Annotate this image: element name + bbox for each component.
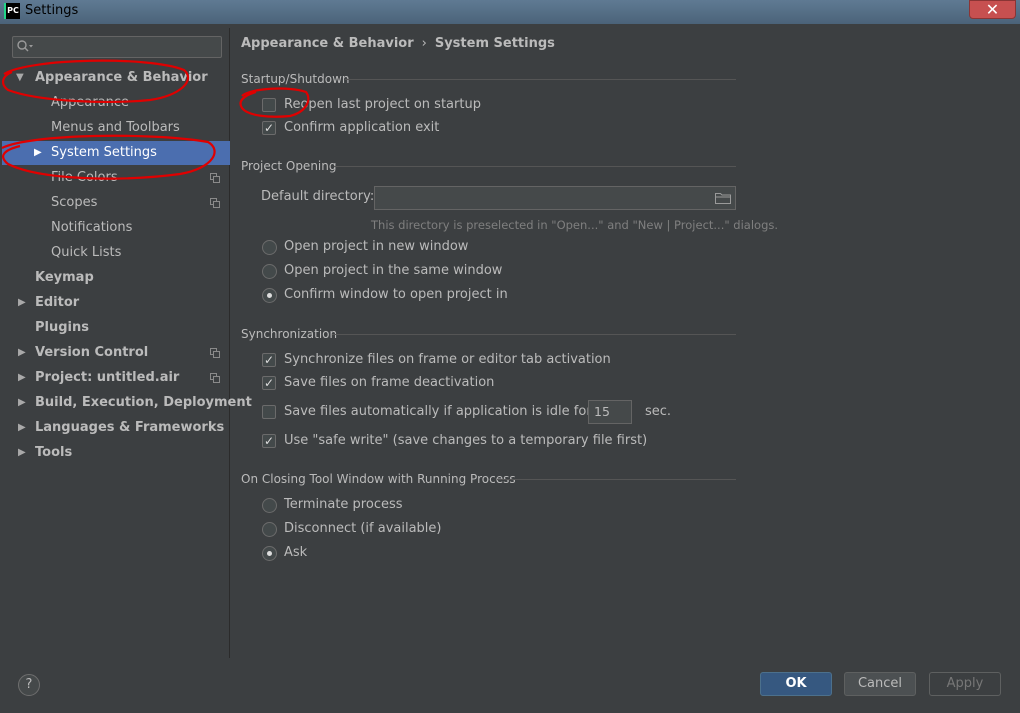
- sidebar-item-version-control[interactable]: ▶ Version Control: [2, 341, 230, 365]
- sidebar-item-label: Notifications: [51, 220, 133, 235]
- sidebar-item-keymap[interactable]: Keymap: [2, 266, 230, 290]
- disconnect-radio[interactable]: [262, 522, 277, 537]
- confirm-exit-checkbox[interactable]: ✓: [262, 121, 276, 135]
- expanded-arrow-icon[interactable]: ▼: [16, 66, 28, 90]
- default-directory-label: Default directory:: [261, 189, 375, 204]
- disconnect-label: Disconnect (if available): [284, 521, 442, 536]
- collapsed-arrow-icon[interactable]: ▶: [18, 391, 30, 415]
- idle-seconds-input[interactable]: 15: [588, 400, 632, 424]
- section-divider: [345, 79, 736, 80]
- project-copy-icon: [210, 198, 220, 208]
- cancel-button[interactable]: Cancel: [844, 672, 916, 696]
- project-copy-icon: [210, 348, 220, 358]
- ask-radio[interactable]: [262, 546, 277, 561]
- sidebar-item-build-execution-deployment[interactable]: ▶ Build, Execution, Deployment: [2, 391, 252, 415]
- settings-search-input[interactable]: [12, 36, 222, 58]
- sidebar-item-label: Editor: [35, 295, 80, 310]
- help-button[interactable]: ?: [18, 674, 40, 696]
- save-when-idle-checkbox[interactable]: [262, 405, 276, 419]
- sidebar-item-label: Keymap: [35, 270, 94, 285]
- sidebar-item-editor[interactable]: ▶ Editor: [2, 291, 230, 315]
- open-new-window-radio[interactable]: [262, 240, 277, 255]
- ok-button[interactable]: OK: [760, 672, 832, 696]
- open-new-window-label: Open project in new window: [284, 239, 469, 254]
- sidebar-item-label: Plugins: [35, 320, 89, 335]
- open-same-window-radio[interactable]: [262, 264, 277, 279]
- save-when-idle-label: Save files automatically if application …: [284, 404, 592, 419]
- breadcrumb-separator: ›: [421, 36, 427, 51]
- settings-content-panel: Appearance & Behavior › System Settings St…: [231, 28, 1020, 658]
- sidebar-item-scopes[interactable]: Scopes: [2, 191, 230, 215]
- folder-icon[interactable]: [715, 192, 731, 204]
- sidebar-item-quick-lists[interactable]: Quick Lists: [2, 241, 230, 265]
- idle-seconds-unit: sec.: [645, 404, 672, 419]
- sidebar-item-label: Version Control: [35, 345, 149, 360]
- sync-files-checkbox[interactable]: ✓: [262, 353, 276, 367]
- window-title: Settings: [25, 3, 79, 18]
- sidebar-item-file-colors[interactable]: File Colors: [2, 166, 230, 190]
- sidebar-item-languages-frameworks[interactable]: ▶ Languages & Frameworks: [2, 416, 230, 440]
- section-divider: [332, 334, 736, 335]
- project-copy-icon: [210, 373, 220, 383]
- safe-write-checkbox[interactable]: ✓: [262, 434, 276, 448]
- dialog-button-bar: ? OK Cancel Apply: [0, 658, 1020, 713]
- breadcrumb: Appearance & Behavior › System Settings: [241, 36, 555, 51]
- sidebar-item-label: Build, Execution, Deployment: [35, 395, 252, 410]
- sidebar-item-label: Project: untitled.air: [35, 370, 180, 385]
- apply-button[interactable]: Apply: [929, 672, 1001, 696]
- section-divider: [497, 479, 736, 480]
- project-copy-icon: [210, 173, 220, 183]
- startup-shutdown-heading: Startup/Shutdown: [241, 72, 350, 86]
- sidebar-item-menus-toolbars[interactable]: Menus and Toolbars: [2, 116, 230, 140]
- project-opening-heading: Project Opening: [241, 159, 337, 173]
- sidebar-item-label: Scopes: [51, 195, 98, 210]
- sidebar-item-notifications[interactable]: Notifications: [2, 216, 230, 240]
- title-bar: PC Settings ✕: [0, 0, 1020, 24]
- sidebar-item-tools[interactable]: ▶ Tools: [2, 441, 230, 465]
- ask-label: Ask: [284, 545, 308, 560]
- default-directory-hint: This directory is preselected in "Open..…: [371, 218, 779, 232]
- sidebar-item-label: File Colors: [51, 170, 118, 185]
- sidebar-item-label: Menus and Toolbars: [51, 120, 180, 135]
- breadcrumb-current: System Settings: [434, 36, 555, 51]
- close-window-button[interactable]: ✕: [969, 0, 1016, 19]
- on-closing-heading: On Closing Tool Window with Running Proc…: [241, 472, 516, 486]
- sidebar-item-label: Appearance: [51, 95, 130, 110]
- section-divider: [334, 166, 736, 167]
- collapsed-arrow-icon[interactable]: ▶: [18, 341, 30, 365]
- save-on-deactivation-checkbox[interactable]: ✓: [262, 376, 276, 390]
- collapsed-arrow-icon[interactable]: ▶: [18, 441, 30, 465]
- breadcrumb-parent[interactable]: Appearance & Behavior: [241, 36, 414, 51]
- sidebar-item-plugins[interactable]: Plugins: [2, 316, 230, 340]
- sidebar-item-label: Tools: [35, 445, 73, 460]
- terminate-process-label: Terminate process: [284, 497, 403, 512]
- reopen-last-project-label: Reopen last project on startup: [284, 97, 481, 112]
- save-on-deactivation-label: Save files on frame deactivation: [284, 375, 495, 390]
- sidebar-item-appearance-behavior[interactable]: ▼ Appearance & Behavior: [2, 66, 230, 90]
- synchronization-heading: Synchronization: [241, 327, 338, 341]
- open-same-window-label: Open project in the same window: [284, 263, 503, 278]
- sidebar-item-project[interactable]: ▶ Project: untitled.air: [2, 366, 230, 390]
- confirm-window-radio[interactable]: [262, 288, 277, 303]
- sidebar-item-label: Languages & Frameworks: [35, 420, 225, 435]
- default-directory-field[interactable]: [374, 186, 736, 210]
- sidebar-item-label: Appearance & Behavior: [35, 70, 208, 85]
- safe-write-label: Use "safe write" (save changes to a temp…: [284, 433, 648, 448]
- sidebar-item-label: Quick Lists: [51, 245, 122, 260]
- pycharm-app-icon: PC: [4, 3, 20, 19]
- search-icon[interactable]: [16, 39, 36, 55]
- terminate-process-radio[interactable]: [262, 498, 277, 513]
- sidebar-item-system-settings[interactable]: ▶ System Settings: [2, 141, 230, 165]
- reopen-last-project-checkbox[interactable]: [262, 98, 276, 112]
- collapsed-arrow-icon[interactable]: ▶: [18, 416, 30, 440]
- collapsed-arrow-icon[interactable]: ▶: [34, 141, 46, 165]
- sidebar-item-label: System Settings: [51, 145, 157, 160]
- collapsed-arrow-icon[interactable]: ▶: [18, 366, 30, 390]
- collapsed-arrow-icon[interactable]: ▶: [18, 291, 30, 315]
- sync-files-label: Synchronize files on frame or editor tab…: [284, 352, 611, 367]
- settings-sidebar: ▼ Appearance & Behavior Appearance Menus…: [2, 28, 252, 658]
- confirm-window-label: Confirm window to open project in: [284, 287, 508, 302]
- confirm-exit-label: Confirm application exit: [284, 120, 440, 135]
- sidebar-item-appearance[interactable]: Appearance: [2, 91, 230, 115]
